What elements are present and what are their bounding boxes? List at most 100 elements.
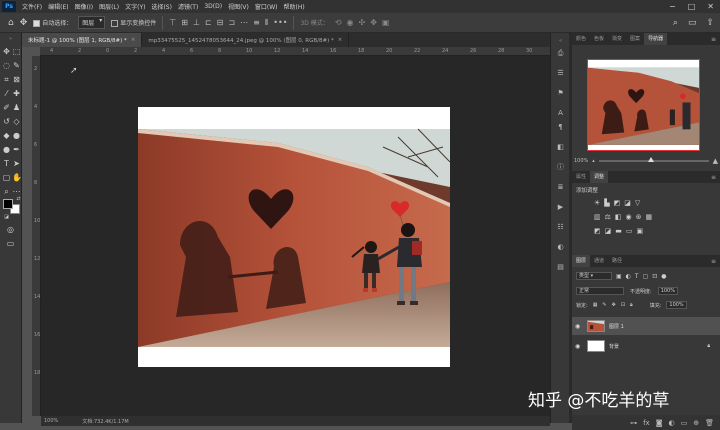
swap-colors-icon[interactable]: ⇄	[14, 195, 23, 204]
visibility-eye-icon[interactable]: ◉	[575, 343, 583, 350]
tool-presets-icon[interactable]: ◧	[556, 143, 565, 152]
character-icon[interactable]: A	[556, 109, 565, 118]
panel-menu-icon[interactable]: ≡	[711, 258, 720, 265]
close-tab-icon[interactable]: ×	[131, 37, 136, 43]
selective-color-icon[interactable]: ▣	[637, 227, 644, 235]
panel-menu-icon[interactable]: ≡	[711, 174, 720, 181]
move-tool-icon[interactable]: ✥	[20, 18, 28, 28]
posterize-icon[interactable]: ◪	[605, 227, 612, 235]
zoom-out-icon[interactable]: ▴	[592, 158, 595, 164]
zoom-tool-icon[interactable]: ⌕	[2, 187, 11, 196]
3d-slide-icon[interactable]: ✥	[370, 18, 377, 27]
visibility-eye-icon[interactable]: ◉	[575, 323, 583, 330]
search-icon[interactable]: ⌕	[673, 18, 678, 28]
3d-scale-icon[interactable]: ▣	[382, 18, 390, 27]
quick-select-tool-icon[interactable]: ✎	[12, 61, 21, 70]
invert-icon[interactable]: ◩	[594, 227, 601, 235]
menu-select[interactable]: 选择(S)	[148, 2, 175, 11]
distribute-h-icon[interactable]: ≡	[253, 18, 260, 28]
type-tool-icon[interactable]: T	[2, 159, 11, 168]
zoom-in-icon[interactable]: ▲	[713, 157, 718, 165]
tab-gradients[interactable]: 渐变	[608, 33, 626, 45]
home-icon[interactable]: ⌂	[8, 18, 14, 28]
link-layers-icon[interactable]: ⊶	[630, 419, 637, 427]
tab-patterns[interactable]: 图案	[626, 33, 644, 45]
history-icon[interactable]: ⎙	[556, 49, 565, 58]
tab-channels[interactable]: 通道	[590, 255, 608, 267]
new-adjustment-icon[interactable]: ◐	[669, 419, 675, 427]
3d-drag-icon[interactable]: ✣	[359, 18, 366, 27]
screen-mode-icon[interactable]: ▭	[6, 239, 15, 248]
close-tab-icon[interactable]: ×	[338, 37, 343, 43]
frame-tool-icon[interactable]: ⊠	[12, 75, 21, 84]
align-bottom-icon[interactable]: ⊥	[193, 18, 200, 28]
align-right-icon[interactable]: ⊐	[228, 18, 235, 28]
transform-controls-checkbox[interactable]: 显示变换控件	[111, 18, 156, 27]
align-top-icon[interactable]: ⊤	[169, 18, 176, 28]
black-white-icon[interactable]: ◧	[615, 213, 622, 221]
menu-type[interactable]: 文字(Y)	[122, 2, 148, 11]
levels-icon[interactable]: ▙	[604, 199, 609, 207]
filter-pixel-icon[interactable]: ▣	[616, 273, 622, 280]
zoom-level[interactable]: 100%	[44, 418, 58, 424]
fill-field[interactable]: 100%	[666, 301, 687, 309]
ruler-horizontal[interactable]: 4 2 0 2 4 6 8 10 12 14 16 18 20 22 24 26 28 30	[40, 47, 550, 56]
default-colors-icon[interactable]: ◪	[2, 213, 11, 222]
menu-3d[interactable]: 3D(D)	[201, 3, 225, 10]
gradient-map-icon[interactable]: ▭	[626, 227, 633, 235]
adjustments-icon[interactable]: ◐	[556, 243, 565, 252]
3d-roll-icon[interactable]: ◉	[347, 18, 354, 27]
navigator-zoom-slider[interactable]	[598, 157, 709, 162]
brush-settings-icon[interactable]: ☰	[556, 69, 565, 78]
lock-move-icon[interactable]: ✥	[612, 302, 616, 308]
path-select-icon[interactable]: ➤	[12, 159, 21, 168]
tab-untitled[interactable]: 未标题-1 @ 100% (图层 1, RGB/8#) * ×	[22, 33, 143, 47]
layer-kind-filter[interactable]: 类型 ▾	[576, 272, 612, 280]
tab-navigator[interactable]: 导航器	[644, 33, 668, 45]
distribute-icon[interactable]: ⋯	[240, 18, 248, 28]
lock-artboard-icon[interactable]: ⊡	[621, 302, 625, 308]
exposure-icon[interactable]: ◪	[624, 199, 631, 207]
minimize-icon[interactable]: −	[669, 2, 676, 11]
auto-select-checkbox[interactable]: 自动选择：	[33, 18, 72, 27]
add-mask-icon[interactable]: ◙	[656, 419, 663, 427]
menu-window[interactable]: 窗口(W)	[252, 2, 281, 11]
info-icon[interactable]: ⓘ	[556, 163, 565, 172]
photo-filter-icon[interactable]: ◉	[626, 213, 632, 221]
tab-paths[interactable]: 路径	[608, 255, 626, 267]
align-center-icon[interactable]: ⊟	[217, 18, 224, 28]
menu-image[interactable]: 图像(I)	[72, 2, 96, 11]
share-icon[interactable]: ⇪	[706, 18, 714, 28]
blend-mode-dropdown[interactable]: 正常	[576, 287, 624, 295]
layer-row-layer1[interactable]: ◉ 图层 1	[572, 317, 720, 335]
lock-pixels-icon[interactable]: ▦	[593, 302, 598, 308]
tab-adjustments[interactable]: 调整	[590, 171, 609, 183]
eyedropper-tool-icon[interactable]: ⁄	[2, 89, 11, 98]
menu-view[interactable]: 视图(V)	[225, 2, 252, 11]
layer-row-background[interactable]: ◉ 背景 🔒︎	[572, 337, 720, 355]
tab-swatches[interactable]: 色板	[590, 33, 608, 45]
marquee-tool-icon[interactable]: ⬚	[12, 47, 21, 56]
paragraph-icon[interactable]: ¶	[556, 123, 565, 132]
tab-layers[interactable]: 图层	[572, 255, 591, 267]
actions-icon[interactable]: ▶	[556, 203, 565, 212]
menu-edit[interactable]: 编辑(E)	[45, 2, 71, 11]
channel-mixer-icon[interactable]: ⊛	[636, 213, 642, 221]
workspace-icon[interactable]: ▭	[688, 18, 697, 28]
navigator-preview[interactable]	[587, 59, 700, 151]
lock-all-icon[interactable]: 🔒︎	[630, 302, 633, 308]
3d-orbit-icon[interactable]: ⟲	[335, 18, 342, 27]
document-info[interactable]: 文档:732.4K/1.17M	[82, 418, 128, 425]
threshold-icon[interactable]: ▬	[615, 227, 622, 235]
tab-properties[interactable]: 属性	[572, 171, 590, 183]
filter-adjust-icon[interactable]: ◐	[626, 273, 631, 280]
properties-icon[interactable]: ≣	[556, 183, 565, 192]
auto-select-dropdown[interactable]: 图层	[78, 16, 106, 29]
panel-menu-icon[interactable]: ≡	[711, 36, 720, 43]
pen-tool-icon[interactable]: ✒	[12, 145, 21, 154]
color-balance-icon[interactable]: ⚖	[605, 213, 611, 221]
tab-color[interactable]: 颜色	[572, 33, 590, 45]
layer-style-icon[interactable]: fx	[643, 419, 650, 427]
vibrance-icon[interactable]: ▽	[635, 199, 640, 207]
delete-layer-icon[interactable]: 🗑︎	[705, 419, 714, 427]
